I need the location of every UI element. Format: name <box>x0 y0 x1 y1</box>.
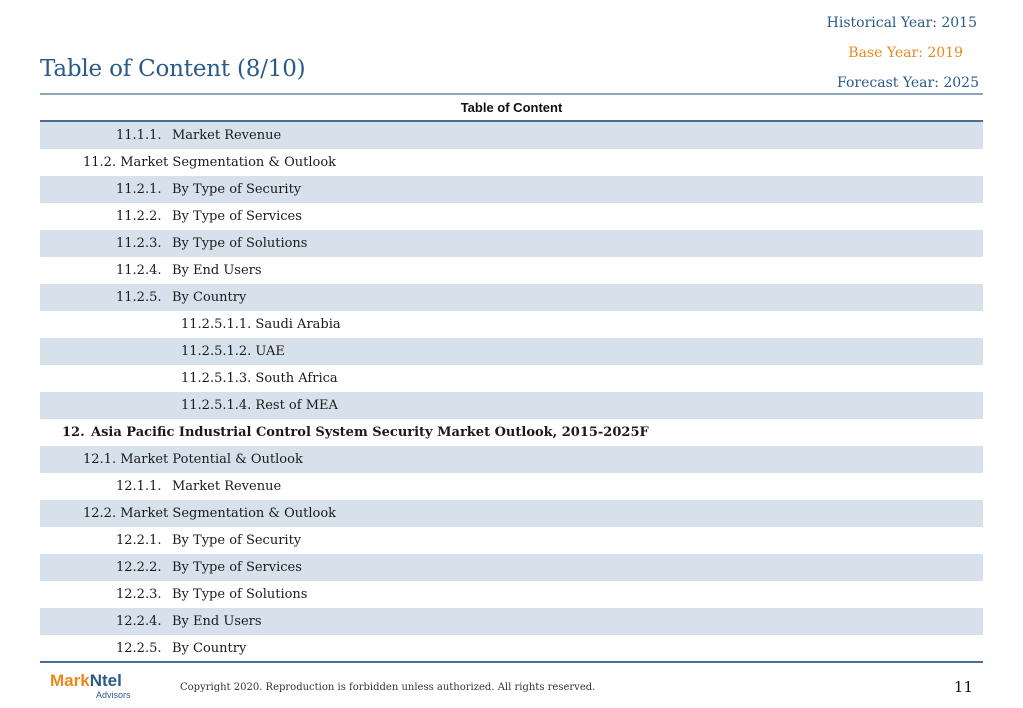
toc-row-text: 11.2.5.1.4. Rest of MEA <box>181 398 338 413</box>
toc-row-number: 12.2.3. <box>116 587 162 602</box>
toc-row: 11.2.3. By Type of Solutions <box>40 230 983 257</box>
toc-row: 11.1.1. Market Revenue <box>40 122 983 149</box>
toc-row-text: By Type of Security <box>172 182 302 197</box>
toc-row: 12.2. Market Segmentation & Outlook <box>40 500 983 527</box>
toc-row: 11.2.5.1.4. Rest of MEA <box>40 392 983 419</box>
toc-table-heading: Table of Content <box>40 96 983 122</box>
toc-row-text: By Type of Solutions <box>172 236 308 251</box>
toc-row-number: 12.2.2. <box>116 560 162 575</box>
toc-row-number: 11.2.2. <box>116 209 162 224</box>
toc-row-number: 11.2.4. <box>116 263 162 278</box>
toc-row: 12.2.1. By Type of Security <box>40 527 983 554</box>
toc-row-number: 12.1.1. <box>116 479 162 494</box>
historical-year: Historical Year: 2015 <box>826 15 977 31</box>
toc-row-number: 11.2.3. <box>116 236 162 251</box>
toc-row: 11.2.5.1.2. UAE <box>40 338 983 365</box>
toc-row-number: 12.2.4. <box>116 614 162 629</box>
toc-row: 12.1. Market Potential & Outlook <box>40 446 983 473</box>
toc-row: 11.2.5.1.3. South Africa <box>40 365 983 392</box>
toc-row-text: 11.2.5.1.1. Saudi Arabia <box>181 317 341 332</box>
toc-row-number: 12.2.1. <box>116 533 162 548</box>
toc-row-text: By End Users <box>172 263 262 278</box>
toc-row-text: By Country <box>172 290 247 305</box>
logo-subtitle: Advisors <box>96 690 131 700</box>
toc-row-text: 11.2.5.1.3. South Africa <box>181 371 338 386</box>
markntel-logo: MarkNtel Advisors <box>50 672 140 704</box>
footer-divider <box>40 661 983 663</box>
toc-rows: 11.1.1. Market Revenue 11.2. Market Segmen… <box>40 122 983 662</box>
toc-row-text: By Country <box>172 641 247 656</box>
toc-row-text: 12.2. Market Segmentation & Outlook <box>83 506 337 521</box>
logo-wordmark: MarkNtel <box>50 671 122 690</box>
toc-row-text: 11.2.5.1.2. UAE <box>181 344 285 359</box>
toc-row: 11.2.2. By Type of Services <box>40 203 983 230</box>
toc-row-number: 12. <box>62 425 85 440</box>
toc-table: Table of Content 11.1.1. Market Revenue 11… <box>40 96 983 662</box>
toc-row-text: By Type of Services <box>172 560 302 575</box>
toc-row-text: By End Users <box>172 614 262 629</box>
toc-row: 11.2.4. By End Users <box>40 257 983 284</box>
toc-row: 12.2.3. By Type of Solutions <box>40 581 983 608</box>
toc-row-text: Market Revenue <box>172 128 282 143</box>
page-number: 11 <box>953 678 973 696</box>
toc-row: 11.2. Market Segmentation & Outlook <box>40 149 983 176</box>
toc-row-text: Market Revenue <box>172 479 282 494</box>
toc-row-text: By Type of Solutions <box>172 587 308 602</box>
toc-row: 12.1.1. Market Revenue <box>40 473 983 500</box>
toc-row-text: 11.2. Market Segmentation & Outlook <box>83 155 337 170</box>
toc-row: 11.2.5. By Country <box>40 284 983 311</box>
toc-row-text: 12.1. Market Potential & Outlook <box>83 452 303 467</box>
toc-row-number: 11.2.1. <box>116 182 162 197</box>
toc-row-text: By Type of Security <box>172 533 302 548</box>
toc-row-number: 11.2.5. <box>116 290 162 305</box>
toc-row: 12.2.2. By Type of Services <box>40 554 983 581</box>
toc-row: 11.2.1. By Type of Security <box>40 176 983 203</box>
toc-row: 12. Asia Pacific Industrial Control Syste… <box>40 419 983 446</box>
toc-row: 11.2.5.1.1. Saudi Arabia <box>40 311 983 338</box>
copyright-notice: Copyright 2020. Reproduction is forbidde… <box>180 682 596 693</box>
toc-row-text: Asia Pacific Industrial Control System S… <box>91 425 649 440</box>
toc-row: 12.2.4. By End Users <box>40 608 983 635</box>
title-divider <box>40 93 983 95</box>
page-title: Table of Content (8/10) <box>40 56 306 82</box>
toc-row: 12.2.5. By Country <box>40 635 983 662</box>
toc-row-text: By Type of Services <box>172 209 302 224</box>
toc-row-number: 11.1.1. <box>116 128 162 143</box>
year-info: Historical Year: 2015 Base Year: 2019 Fo… <box>826 8 979 98</box>
base-year: Base Year: 2019 <box>848 45 963 61</box>
toc-row-number: 12.2.5. <box>116 641 162 656</box>
